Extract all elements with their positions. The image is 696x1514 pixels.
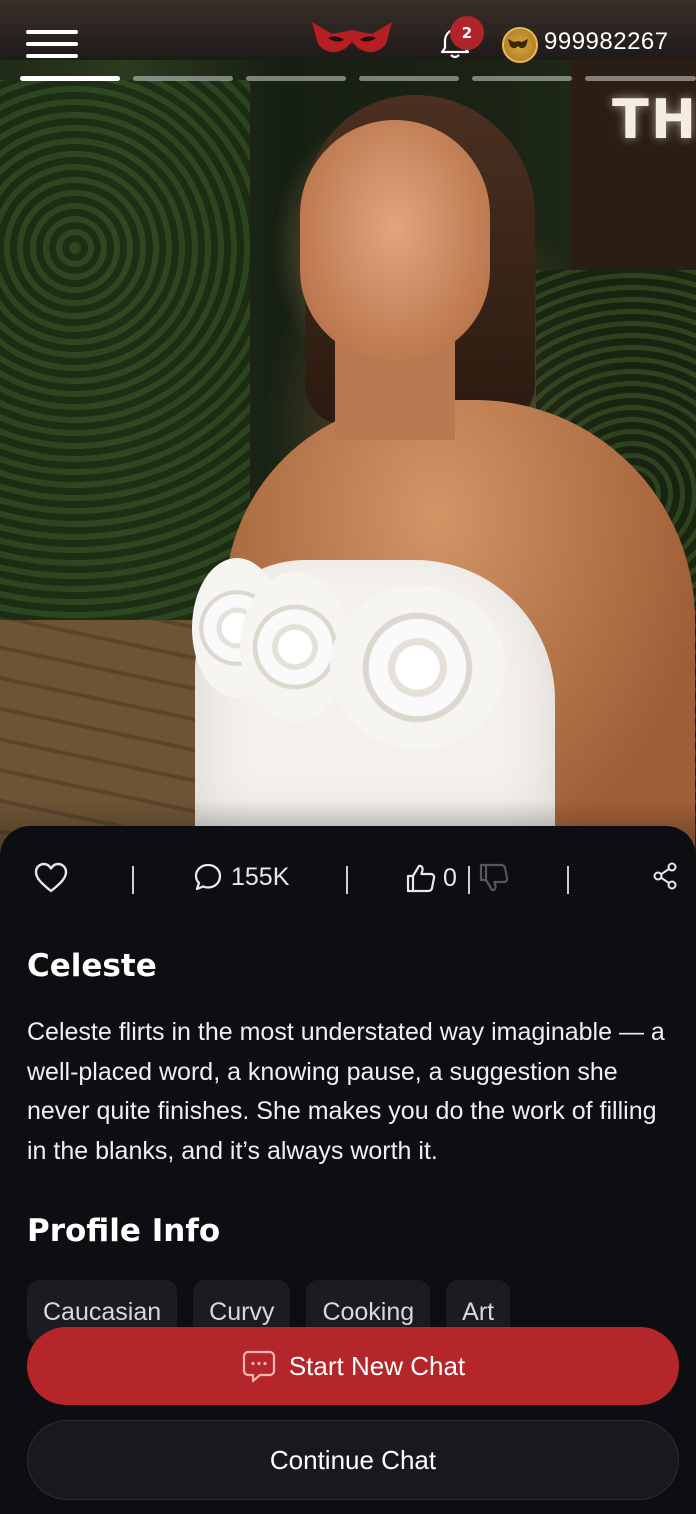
- photo-hedge-left: [0, 80, 250, 640]
- story-progress-2: [133, 76, 233, 81]
- notification-badge: 2: [450, 16, 484, 50]
- share-icon: [653, 862, 677, 890]
- menu-icon[interactable]: [26, 30, 78, 60]
- profile-info-heading: Profile Info: [27, 1213, 221, 1249]
- share-button[interactable]: [652, 862, 678, 890]
- brand-mask-logo[interactable]: [310, 18, 394, 58]
- comment-icon: [194, 863, 222, 891]
- like-button[interactable]: 0: [405, 862, 457, 894]
- start-new-chat-label: Start New Chat: [288, 1350, 466, 1381]
- dislike-button[interactable]: [478, 862, 510, 894]
- action-separator: [567, 866, 569, 894]
- character-name: Celeste: [27, 948, 157, 984]
- photo-face: [300, 120, 490, 360]
- action-separator: [132, 866, 134, 894]
- action-separator: [346, 866, 348, 894]
- story-progress-3: [246, 76, 346, 81]
- start-new-chat-button[interactable]: Start New Chat: [27, 1327, 679, 1405]
- story-progress-6: [585, 76, 696, 81]
- coin-balance[interactable]: 999982267: [544, 28, 669, 56]
- heart-icon: [34, 862, 68, 893]
- thumbs-down-icon: [479, 863, 509, 892]
- action-bar: 155K 0: [0, 850, 696, 910]
- story-progress-4: [359, 76, 459, 81]
- like-count: 0: [443, 863, 457, 892]
- comments-button[interactable]: 155K: [193, 862, 289, 892]
- top-bar: 2 999982267: [0, 0, 696, 90]
- continue-chat-label: Continue Chat: [269, 1444, 437, 1475]
- coin-mask-icon: [502, 27, 538, 63]
- favorite-button[interactable]: [33, 862, 69, 894]
- comment-count: 155K: [231, 862, 290, 891]
- story-progress-1: [20, 76, 120, 81]
- photo-sign-text: TH: [612, 88, 696, 151]
- photo-rose-3: [330, 585, 505, 750]
- action-separator: [468, 866, 470, 894]
- thumbs-up-icon: [406, 864, 436, 893]
- character-photo[interactable]: TH: [0, 0, 696, 860]
- chat-bubble-icon: [242, 1350, 275, 1383]
- story-progress-5: [472, 76, 572, 81]
- character-description: Celeste flirts in the most understated w…: [27, 1018, 665, 1165]
- continue-chat-button[interactable]: Continue Chat: [27, 1420, 679, 1500]
